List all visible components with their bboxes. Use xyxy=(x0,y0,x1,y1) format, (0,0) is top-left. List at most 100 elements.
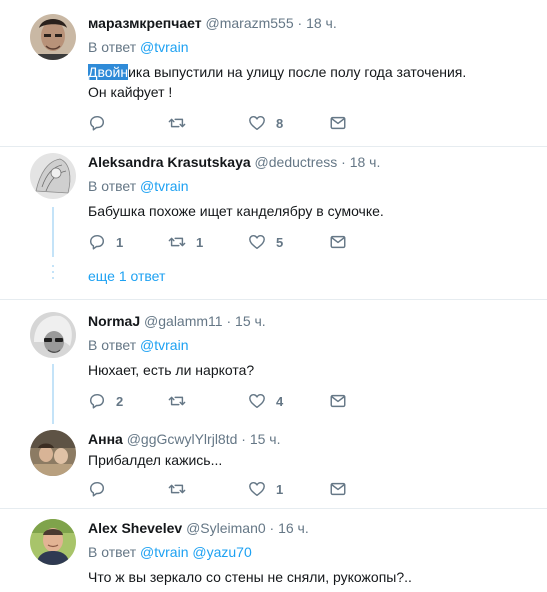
thread-dot xyxy=(52,265,54,267)
tweet-header: маразмкрепчает @marazm555 · 18 ч. xyxy=(88,14,337,32)
like-icon xyxy=(248,480,266,498)
author-name[interactable]: Анна xyxy=(88,431,123,447)
retweet-button[interactable] xyxy=(168,114,196,132)
reply-prefix: В ответ xyxy=(88,544,137,560)
author-name[interactable]: Aleksandra Krasutskaya xyxy=(88,154,251,170)
avatar[interactable] xyxy=(30,153,76,199)
like-button[interactable]: 8 xyxy=(248,114,283,132)
tweet-text: Что ж вы зеркало со стены не сняли, руко… xyxy=(88,569,412,585)
dm-button[interactable] xyxy=(329,233,347,251)
tweet-actions: 1 1 5 xyxy=(88,233,358,253)
author-name[interactable]: NormaJ xyxy=(88,313,140,329)
tweet-header: NormaJ @galamm11 · 15 ч. xyxy=(88,312,266,330)
reply-count: 2 xyxy=(116,393,124,409)
selected-text: Двойн xyxy=(88,64,129,80)
reply-context: В ответ @tvrain xyxy=(88,38,188,56)
like-button[interactable]: 1 xyxy=(248,480,283,498)
reply-context: В ответ @tvrain xyxy=(88,177,188,195)
tweet-actions: 2 4 xyxy=(88,392,358,412)
retweet-button[interactable] xyxy=(168,392,196,410)
reply-to-link[interactable]: @tvrain xyxy=(140,178,188,194)
separator: · xyxy=(341,154,346,170)
separator: · xyxy=(241,431,246,447)
reply-count: 1 xyxy=(116,234,124,250)
author-handle[interactable]: @Syleiman0 xyxy=(186,520,266,536)
reply-to-link[interactable]: @tvrain xyxy=(140,337,188,353)
separator: · xyxy=(297,15,303,31)
like-icon xyxy=(248,233,266,251)
timestamp[interactable]: 18 ч. xyxy=(306,15,337,31)
reply-prefix: В ответ xyxy=(88,337,137,353)
like-icon xyxy=(248,114,266,132)
retweet-icon xyxy=(168,480,186,498)
tweet-text-line: Он кайфует ! xyxy=(88,84,173,100)
avatar[interactable] xyxy=(30,312,76,358)
reply-to-link[interactable]: @tvrain xyxy=(140,39,188,55)
author-handle[interactable]: @galamm11 xyxy=(144,313,223,329)
tweet[interactable]: маразмкрепчает @marazm555 · 18 ч. В отве… xyxy=(0,0,547,146)
tweet-header: Alex Shevelev @Syleiman0 · 16 ч. xyxy=(88,519,309,537)
retweet-button[interactable]: 1 xyxy=(168,233,203,251)
author-name[interactable]: маразмкрепчает xyxy=(88,15,202,31)
dm-icon xyxy=(329,233,347,251)
reply-to-link[interactable]: @tvrain xyxy=(140,544,188,560)
thread-dot xyxy=(52,277,54,279)
reply-button[interactable]: 2 xyxy=(88,392,123,410)
dm-icon xyxy=(329,114,347,132)
like-button[interactable]: 4 xyxy=(248,392,283,410)
timestamp[interactable]: 18 ч. xyxy=(350,154,381,170)
retweet-icon xyxy=(168,114,186,132)
reply-context: В ответ @tvrain xyxy=(88,336,188,354)
thread-dot xyxy=(52,271,54,273)
retweet-icon xyxy=(168,392,186,410)
reply-prefix: В ответ xyxy=(88,178,137,194)
author-handle[interactable]: @ggGcwylYlrjl8td xyxy=(127,431,238,447)
tweet[interactable]: Анна @ggGcwylYlrjl8td · 15 ч. Прибалдел … xyxy=(0,420,547,508)
thread-line xyxy=(52,364,54,424)
tweet-text: Прибалдел кажись... xyxy=(88,452,223,468)
tweet-text: Двойника выпустили на улицу после полу г… xyxy=(88,62,466,82)
thread-line xyxy=(52,207,54,257)
like-count: 8 xyxy=(276,115,284,131)
like-button[interactable]: 5 xyxy=(248,233,283,251)
like-icon xyxy=(248,392,266,410)
reply-icon xyxy=(88,233,106,251)
tweet[interactable]: NormaJ @galamm11 · 15 ч. В ответ @tvrain… xyxy=(0,300,547,424)
avatar[interactable] xyxy=(30,519,76,565)
author-name[interactable]: Alex Shevelev xyxy=(88,520,182,536)
avatar[interactable] xyxy=(30,14,76,60)
avatar[interactable] xyxy=(30,430,76,476)
retweet-count: 1 xyxy=(196,234,204,250)
tweet-header: Aleksandra Krasutskaya @deductress · 18 … xyxy=(88,153,380,171)
reply-icon xyxy=(88,392,106,410)
tweet[interactable]: Aleksandra Krasutskaya @deductress · 18 … xyxy=(0,147,547,300)
tweet-text-rest: ика выпустили на улицу после полу года з… xyxy=(128,64,467,80)
like-count: 5 xyxy=(276,234,284,250)
dm-icon xyxy=(329,480,347,498)
timestamp[interactable]: 15 ч. xyxy=(250,431,281,447)
separator: · xyxy=(226,313,232,329)
tweet-actions: 1 xyxy=(88,480,358,500)
tweet-text: Нюхает, есть ли наркота? xyxy=(88,362,255,378)
reply-to-link[interactable]: @yazu70 xyxy=(192,544,251,560)
author-handle[interactable]: @marazm555 xyxy=(206,15,294,31)
dm-button[interactable] xyxy=(329,480,347,498)
dm-icon xyxy=(329,392,347,410)
reply-context: В ответ @tvrain @yazu70 xyxy=(88,543,252,561)
timestamp[interactable]: 15 ч. xyxy=(235,313,266,329)
separator: · xyxy=(269,520,275,536)
reply-button[interactable] xyxy=(88,480,116,498)
tweet[interactable]: Alex Shevelev @Syleiman0 · 16 ч. В ответ… xyxy=(0,509,547,592)
reply-button[interactable]: 1 xyxy=(88,233,123,251)
timestamp[interactable]: 16 ч. xyxy=(278,520,309,536)
reply-button[interactable] xyxy=(88,114,116,132)
reply-prefix: В ответ xyxy=(88,39,137,55)
dm-button[interactable] xyxy=(329,392,347,410)
show-more-replies-link[interactable]: еще 1 ответ xyxy=(88,267,165,285)
dm-button[interactable] xyxy=(329,114,347,132)
like-count: 1 xyxy=(276,481,284,497)
retweet-button[interactable] xyxy=(168,480,196,498)
author-handle[interactable]: @deductress xyxy=(255,154,338,170)
reply-icon xyxy=(88,480,106,498)
reply-icon xyxy=(88,114,106,132)
